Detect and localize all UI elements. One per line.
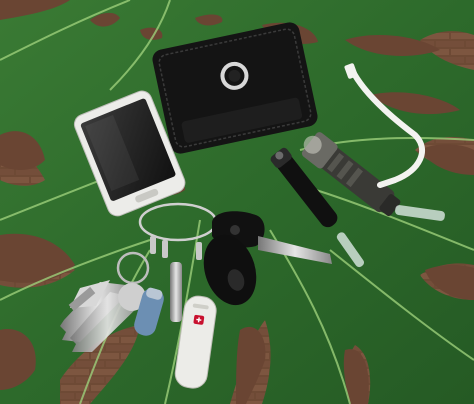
mini-flashlight [170,262,182,322]
scene-svg [0,0,474,404]
photo-scene [0,0,474,404]
